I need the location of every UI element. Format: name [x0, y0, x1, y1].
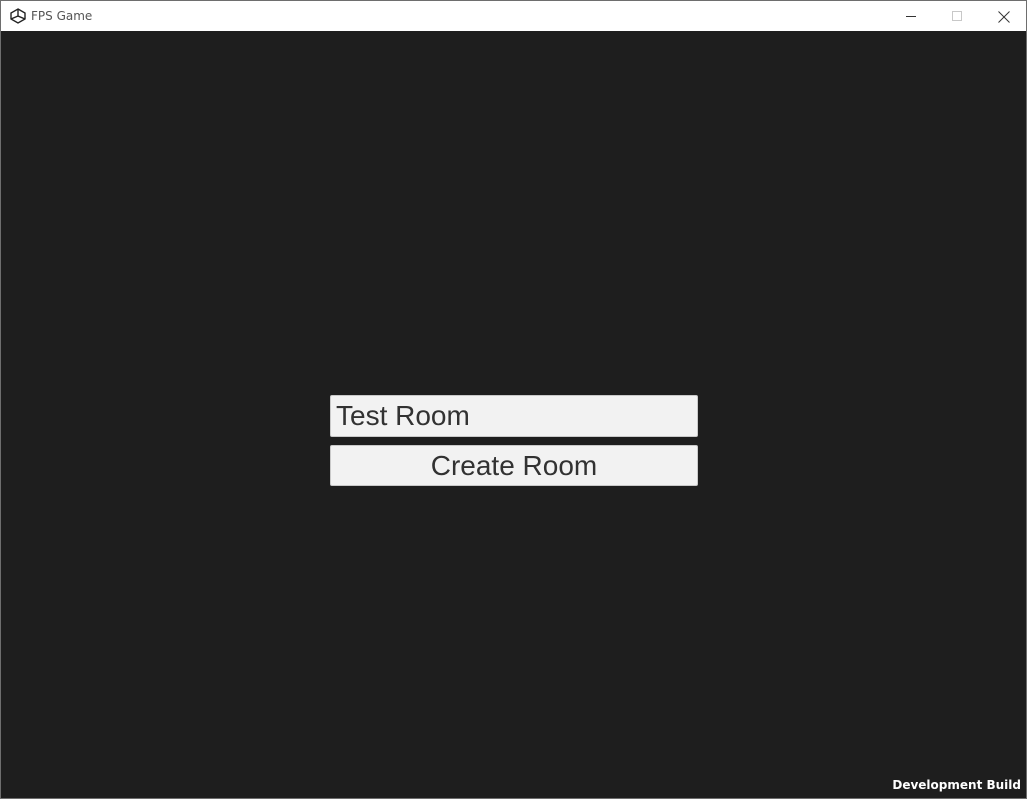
maximize-icon: [952, 11, 962, 21]
maximize-button[interactable]: [934, 1, 980, 31]
close-icon: [998, 11, 1010, 23]
window-title: FPS Game: [31, 9, 93, 23]
unity-icon: [10, 8, 26, 24]
minimize-button[interactable]: [888, 1, 934, 31]
room-name-input[interactable]: [330, 395, 698, 437]
title-bar[interactable]: FPS Game: [1, 1, 1026, 31]
development-build-label: Development Build: [892, 778, 1021, 792]
minimize-icon: [906, 16, 916, 17]
close-button[interactable]: [980, 1, 1026, 31]
game-window: FPS Game Create Room Development Build: [0, 0, 1027, 799]
create-room-button[interactable]: Create Room: [330, 445, 698, 486]
